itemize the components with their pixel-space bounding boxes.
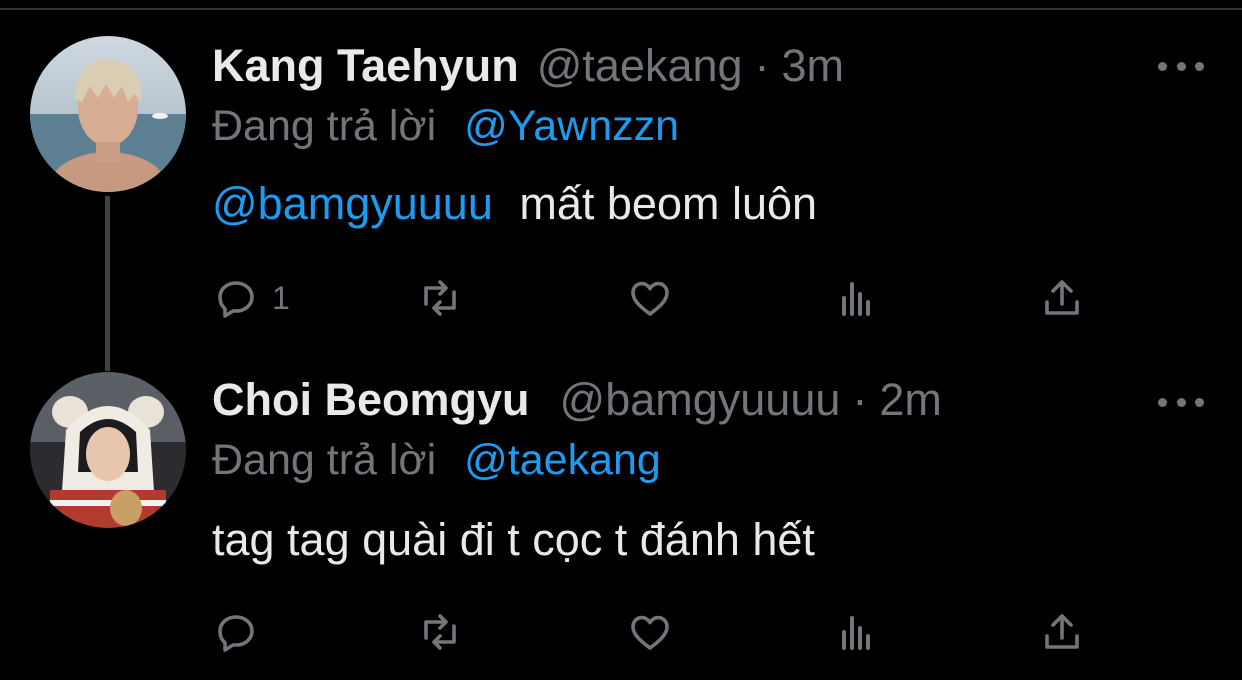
more-dot (1158, 61, 1167, 71)
more-dot (1176, 397, 1186, 407)
views-button[interactable] (832, 608, 880, 656)
retweet-icon (424, 280, 456, 316)
reply-icon (218, 615, 254, 652)
replying-to-handle[interactable]: @taekang (464, 436, 661, 484)
more-dot (1158, 397, 1167, 407)
action-bar: 1 (0, 268, 1242, 328)
share-button[interactable] (1038, 274, 1086, 322)
views-icon (842, 282, 870, 316)
reply-button[interactable]: 1 (212, 274, 290, 322)
reply-button[interactable] (212, 608, 272, 656)
retweet-button[interactable] (416, 608, 464, 656)
separator-dot: · (754, 40, 770, 91)
mention-link[interactable]: @bamgyuuuu (212, 178, 493, 229)
user-handle[interactable]: @bamgyuuuu (560, 374, 841, 426)
tweet-text-content: mất beom luôn (519, 178, 818, 229)
retweet-button[interactable] (416, 274, 464, 322)
views-button[interactable] (832, 274, 880, 322)
replying-to: Đang trả lời @taekang (212, 436, 661, 492)
more-icon[interactable] (1158, 392, 1204, 412)
tweet-header: Choi Beomgyu @bamgyuuuu · 2m (212, 374, 942, 434)
tweet-text: tag tag quài đi t cọc t đánh hết (212, 514, 815, 574)
replying-to-label: Đang trả lời (212, 102, 437, 150)
more-icon[interactable] (1158, 56, 1204, 76)
user-handle[interactable]: @taekang (537, 40, 743, 92)
timestamp[interactable]: 2m (879, 374, 942, 426)
reply-icon (218, 281, 254, 318)
share-icon (1045, 280, 1079, 315)
display-name[interactable]: Choi Beomgyu (212, 374, 530, 426)
like-button[interactable] (626, 608, 674, 656)
avatar[interactable] (30, 372, 186, 528)
tweet[interactable]: Kang Taehyun @taekang · 3m Đang trả lời … (0, 0, 1242, 340)
reply-count: 1 (272, 279, 290, 316)
more-dot (1195, 397, 1204, 407)
retweet-icon (424, 614, 456, 650)
replying-to: Đang trả lời @Yawnzzn (212, 102, 679, 158)
like-button[interactable] (626, 274, 674, 322)
tweet-header: Kang Taehyun @taekang · 3m (212, 40, 844, 100)
tweet-text-content: tag tag quài đi t cọc t đánh hết (212, 514, 815, 565)
more-dot (1176, 61, 1186, 71)
avatar[interactable] (30, 36, 186, 192)
replying-to-handle[interactable]: @Yawnzzn (464, 102, 679, 150)
views-icon (842, 616, 870, 650)
like-icon (631, 615, 669, 650)
more-dot (1195, 61, 1204, 71)
share-icon (1045, 614, 1079, 649)
like-icon (631, 281, 669, 316)
replying-to-label: Đang trả lời (212, 436, 437, 484)
action-bar (0, 602, 1242, 662)
tweet[interactable]: Choi Beomgyu @bamgyuuuu · 2m Đang trả lờ… (0, 340, 1242, 680)
display-name[interactable]: Kang Taehyun (212, 40, 519, 92)
timestamp[interactable]: 3m (782, 40, 845, 92)
share-button[interactable] (1038, 608, 1086, 656)
separator-dot: · (852, 374, 868, 425)
tweet-text: @bamgyuuuu mất beom luôn (212, 178, 817, 238)
